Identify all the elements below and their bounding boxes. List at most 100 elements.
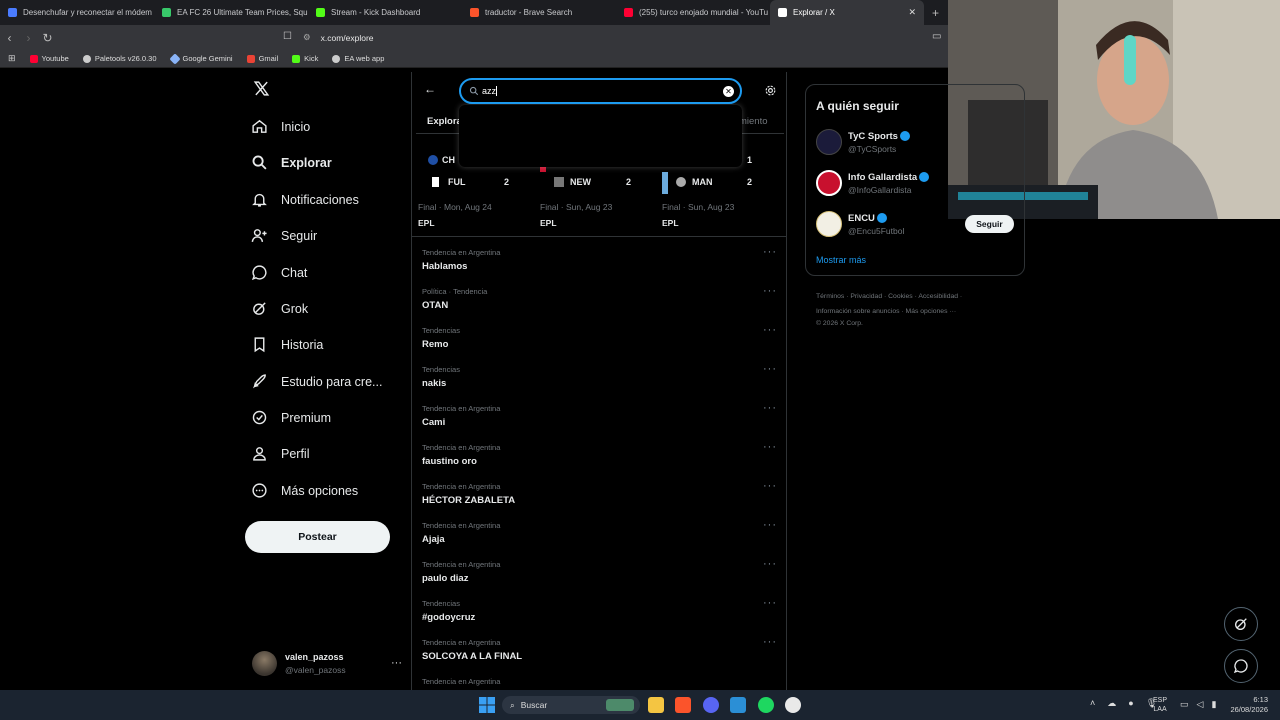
- browser-tab[interactable]: Desenchufar y reconectar el módem: [0, 0, 154, 25]
- cast-icon[interactable]: ▭: [932, 31, 941, 42]
- team-score: 1: [747, 155, 753, 165]
- trend-item[interactable]: Política · Tendencia OTAN ···: [422, 285, 777, 311]
- trend-item[interactable]: Tendencia en Argentina paulo diaz ···: [422, 558, 777, 584]
- team-score: 2: [747, 177, 753, 187]
- more-icon[interactable]: ···: [763, 441, 777, 453]
- taskbar-search-label: Buscar: [520, 700, 548, 710]
- network-icon: ▭: [1180, 699, 1189, 709]
- post-button[interactable]: Postear: [245, 521, 390, 553]
- trend-name: Hablamos: [422, 261, 468, 272]
- file-explorer-icon[interactable]: [648, 697, 664, 713]
- sidebar-item-mas-opciones[interactable]: Más opciones: [251, 482, 358, 499]
- more-icon[interactable]: ···: [763, 558, 777, 570]
- apps-grid-icon[interactable]: ⊞: [8, 53, 16, 64]
- follow-button[interactable]: Seguir: [965, 215, 1014, 233]
- bookmark-item[interactable]: Google Gemini: [168, 52, 233, 65]
- reload-icon[interactable]: ↻: [38, 31, 57, 45]
- browser-tab[interactable]: traductor - Brave Search: [462, 0, 616, 25]
- more-icon[interactable]: ···: [763, 519, 777, 531]
- bookmark-item[interactable]: EA web app: [332, 54, 384, 63]
- sidebar-item-explorar[interactable]: Explorar: [251, 154, 332, 171]
- more-icon[interactable]: ···: [763, 402, 777, 414]
- trend-item[interactable]: Tendencia en Argentina Ajaja ···: [422, 519, 777, 545]
- clear-search-icon[interactable]: ✕: [723, 85, 734, 97]
- keyboard-language[interactable]: ESP LAA: [1153, 696, 1167, 714]
- more-icon[interactable]: ···: [763, 246, 777, 258]
- site-info-icon[interactable]: ⚙: [303, 32, 311, 43]
- explore-column: ← Explorar miento CH FUL 2 Final · Mon, …: [411, 72, 787, 690]
- bookmark-page-icon[interactable]: ☐: [283, 31, 292, 42]
- follow-suggestion[interactable]: ENCU @Encu5Futbol: [816, 211, 904, 237]
- more-icon[interactable]: ···: [763, 597, 777, 609]
- sidebar-item-perfil[interactable]: Perfil: [251, 445, 309, 462]
- trend-item[interactable]: Tendencias nakis ···: [422, 363, 777, 389]
- url-field[interactable]: ⚙ x.com/explore: [303, 28, 903, 47]
- photos-icon[interactable]: [730, 697, 746, 713]
- browser-tab[interactable]: Stream - Kick Dashboard: [308, 0, 462, 25]
- clock[interactable]: 6:13 26/08/2026: [1228, 695, 1268, 715]
- close-tab-icon[interactable]: ✕: [908, 7, 916, 18]
- more-icon[interactable]: ···: [763, 480, 777, 492]
- windows-start-icon[interactable]: [479, 697, 495, 713]
- trend-item[interactable]: Tendencia en Argentina SOLCOYA A LA FINAL…: [422, 636, 777, 662]
- trend-item[interactable]: Tendencia en Argentina Hablamos ···: [422, 246, 777, 272]
- account-handle: @TyCSports: [848, 143, 897, 154]
- footer-links-row[interactable]: Términos · Privacidad · Cookies · Accesi…: [816, 289, 1016, 304]
- sidebar-item-inicio[interactable]: Inicio: [251, 118, 310, 135]
- browser-tab[interactable]: (255) turco enojado mundial - YouTu: [616, 0, 770, 25]
- account-switcher[interactable]: valen_pazoss @valen_pazoss ···: [252, 648, 402, 678]
- more-icon[interactable]: ···: [763, 636, 777, 648]
- messages-floating-button[interactable]: [1224, 649, 1258, 683]
- trend-item[interactable]: Tendencias #godoycruz ···: [422, 597, 777, 623]
- trend-item[interactable]: Tendencia en Argentina Cami ···: [422, 402, 777, 428]
- trend-item[interactable]: Tendencia en Argentina HÉCTOR ZABALETA ···: [422, 480, 777, 506]
- show-more-link[interactable]: Mostrar más: [816, 255, 866, 265]
- discord-icon[interactable]: [703, 697, 719, 713]
- more-icon[interactable]: ···: [763, 363, 777, 375]
- search-query: azz: [482, 86, 497, 96]
- forward-icon[interactable]: ›: [19, 31, 38, 45]
- more-icon[interactable]: ···: [391, 657, 402, 669]
- search-input[interactable]: azz ✕: [459, 78, 742, 104]
- follow-suggestion[interactable]: Info Gallardista @InfoGallardista: [816, 170, 930, 196]
- x-logo-icon[interactable]: [253, 80, 270, 97]
- trend-item[interactable]: Tendencias Remo ···: [422, 324, 777, 350]
- spotify-icon[interactable]: [758, 697, 774, 713]
- app-tray-icon[interactable]: ●: [1128, 698, 1133, 709]
- sidebar-item-estudio[interactable]: Estudio para cre...: [251, 373, 382, 390]
- bookmark-item[interactable]: Youtube: [29, 54, 69, 63]
- layout-code: LAA: [1153, 706, 1167, 713]
- sidebar-item-chat[interactable]: Chat: [251, 264, 307, 281]
- back-arrow-icon[interactable]: ←: [424, 82, 436, 96]
- footer-links-row[interactable]: Información sobre anuncios · Más opcione…: [816, 304, 1016, 319]
- quick-settings[interactable]: ▭ ◁ ▮: [1180, 699, 1216, 710]
- trend-name: paulo diaz: [422, 573, 469, 584]
- app-icon[interactable]: [785, 697, 801, 713]
- sidebar-item-seguir[interactable]: Seguir: [251, 227, 317, 244]
- gear-icon[interactable]: [764, 84, 777, 97]
- chevron-up-icon[interactable]: ˄: [1090, 698, 1095, 709]
- taskbar-search[interactable]: ⌕ Buscar: [502, 696, 640, 714]
- trend-item[interactable]: Tendencia en Argentina: [422, 677, 777, 690]
- grok-floating-button[interactable]: [1224, 607, 1258, 641]
- sidebar-item-grok[interactable]: Grok: [251, 300, 308, 317]
- sidebar-item-notificaciones[interactable]: Notificaciones: [251, 191, 359, 208]
- team-name: NEW: [570, 177, 591, 187]
- tab-entretenimiento[interactable]: miento: [739, 116, 768, 127]
- sidebar-item-historia[interactable]: Historia: [251, 336, 323, 353]
- browser-tab-active[interactable]: Explorar / X ✕: [770, 0, 924, 25]
- follow-suggestion[interactable]: TyC Sports @TyCSports: [816, 129, 910, 155]
- trend-item[interactable]: Tendencia en Argentina faustino oro ···: [422, 441, 777, 467]
- browser-tab[interactable]: EA FC 26 Ultimate Team Prices, Squa: [154, 0, 308, 25]
- back-icon[interactable]: ‹: [0, 31, 19, 45]
- more-icon[interactable]: ···: [763, 285, 777, 297]
- new-tab-icon[interactable]: +: [932, 6, 939, 20]
- sidebar-item-premium[interactable]: Premium: [251, 409, 331, 426]
- brave-browser-icon[interactable]: [675, 697, 691, 713]
- bookmark-item[interactable]: Paletools v26.0.30: [82, 54, 157, 63]
- bookmark-item[interactable]: Kick: [292, 54, 318, 63]
- onedrive-icon[interactable]: ☁: [1107, 698, 1116, 709]
- bookmark-item[interactable]: Gmail: [246, 54, 278, 63]
- bookmark-label: Google Gemini: [182, 54, 233, 63]
- more-icon[interactable]: ···: [763, 324, 777, 336]
